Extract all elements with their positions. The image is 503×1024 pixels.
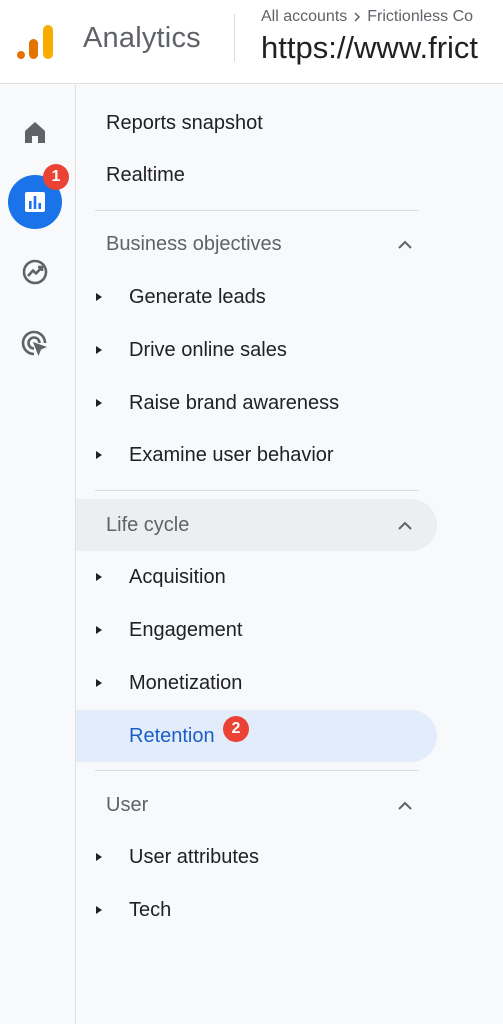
expand-arrow-icon (96, 293, 102, 301)
nav-item-label: Examine user behavior (129, 443, 334, 466)
nav-item-label: Generate leads (129, 285, 266, 308)
section-life-cycle[interactable]: Life cycle (76, 499, 437, 551)
section-title: Business objectives (106, 232, 282, 255)
retention-step-badge: 2 (223, 716, 249, 742)
chevron-up-icon (398, 801, 412, 810)
nav-raise-brand-awareness[interactable]: Raise brand awareness (92, 377, 437, 429)
nav-item-label: Engagement (129, 618, 243, 641)
nav-reports-snapshot[interactable]: Reports snapshot (106, 97, 263, 149)
chevron-up-icon (398, 521, 412, 530)
nav-item-label: User attributes (129, 845, 260, 868)
nav-item-label: Monetization (129, 671, 243, 694)
rail-advertising-button[interactable] (8, 317, 62, 371)
chevron-right-icon (354, 12, 361, 22)
nav-realtime[interactable]: Realtime (106, 149, 185, 201)
expand-arrow-icon (96, 573, 102, 581)
nav-tech[interactable]: Tech (92, 884, 437, 936)
header-divider (234, 14, 235, 62)
rail-explore-button[interactable] (8, 245, 62, 299)
analytics-logo-icon[interactable] (16, 22, 56, 62)
expand-arrow-icon (96, 626, 102, 634)
section-title: Life cycle (106, 513, 190, 536)
nav-drive-online-sales[interactable]: Drive online sales (92, 324, 437, 376)
nav-monetization[interactable]: Monetization (92, 657, 437, 709)
nav-examine-user-behavior[interactable]: Examine user behavior (92, 429, 437, 481)
expand-arrow-icon (96, 679, 102, 687)
nav-retention-selected[interactable]: Retention (76, 710, 437, 762)
explore-trend-icon (22, 259, 48, 285)
property-selector[interactable]: https://www.frict (261, 30, 478, 66)
nav-divider (95, 490, 419, 491)
breadcrumb-all-accounts[interactable]: All accounts (261, 8, 347, 26)
left-rail: 1 (0, 85, 76, 1024)
section-user[interactable]: User (76, 779, 437, 831)
home-icon (25, 122, 45, 143)
nav-item-label: Acquisition (129, 565, 226, 588)
section-title: User (106, 793, 149, 816)
nav-item-label: Drive online sales (129, 338, 287, 361)
bar-chart-icon (25, 192, 45, 212)
nav-item-label: Retention (129, 724, 215, 747)
nav-generate-leads[interactable]: Generate leads (92, 271, 437, 323)
nav-user-attributes[interactable]: User attributes (92, 831, 437, 883)
breadcrumb-account[interactable]: Frictionless Co (367, 8, 473, 26)
reports-step-badge: 1 (43, 164, 69, 190)
expand-arrow-icon (96, 399, 102, 407)
chevron-up-icon (398, 240, 412, 249)
nav-item-label: Raise brand awareness (129, 391, 340, 414)
breadcrumb[interactable]: All accounts Frictionless Co (261, 8, 473, 26)
app-title: Analytics (83, 22, 201, 54)
section-business-objectives[interactable]: Business objectives (76, 218, 437, 270)
expand-arrow-icon (96, 451, 102, 459)
expand-arrow-icon (96, 853, 102, 861)
nav-item-label: Tech (129, 898, 172, 921)
expand-arrow-icon (96, 346, 102, 354)
nav-divider (95, 210, 419, 211)
nav-engagement[interactable]: Engagement (92, 604, 437, 656)
nav-acquisition[interactable]: Acquisition (92, 551, 437, 603)
expand-arrow-icon (96, 906, 102, 914)
nav-divider (95, 770, 419, 771)
target-cursor-icon (21, 330, 47, 356)
rail-home-button[interactable] (8, 105, 62, 159)
app-header: Analytics All accounts Frictionless Co h… (0, 0, 503, 84)
